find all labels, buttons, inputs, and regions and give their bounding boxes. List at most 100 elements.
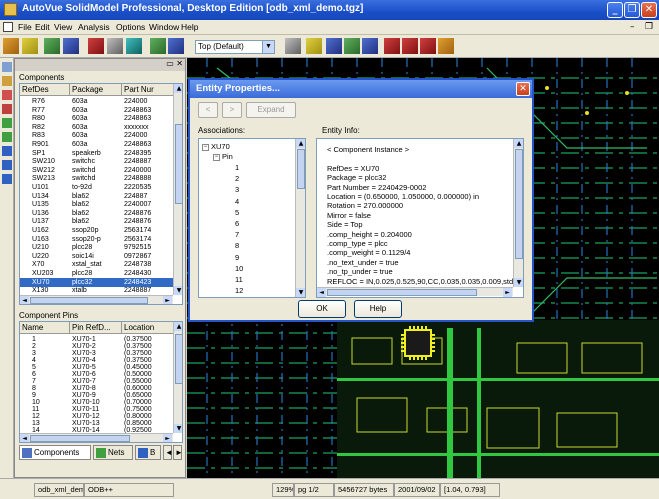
tree-node-pin-item[interactable]: 12 bbox=[235, 286, 243, 295]
scissors-icon[interactable] bbox=[126, 38, 142, 54]
pin-icon[interactable] bbox=[2, 118, 12, 128]
zoom-in-icon[interactable] bbox=[384, 38, 400, 54]
tree-node-pin-item[interactable]: 3 bbox=[235, 185, 239, 194]
components-table[interactable]: RefDes Package Part Nur R76 603a 224000 R77… bbox=[19, 83, 183, 305]
menu-view[interactable]: View bbox=[54, 22, 72, 32]
find-icon[interactable] bbox=[44, 38, 60, 54]
print-icon[interactable] bbox=[88, 38, 104, 54]
hscroll-thumb[interactable] bbox=[327, 289, 477, 296]
menu-options[interactable]: Options bbox=[116, 22, 145, 32]
select-icon[interactable] bbox=[362, 38, 378, 54]
scroll-thumb[interactable] bbox=[297, 149, 305, 189]
nets-icon[interactable] bbox=[168, 38, 184, 54]
ok-button[interactable]: OK bbox=[298, 300, 346, 318]
markup-icon[interactable] bbox=[107, 38, 123, 54]
rotate-icon[interactable] bbox=[285, 38, 301, 54]
pins-vscroll[interactable]: ▲ ▼ bbox=[173, 322, 182, 433]
entity-info-box[interactable]: < Component Instance > RefDes = XU70 Packa… bbox=[316, 138, 524, 298]
info-vscroll[interactable]: ▲ ▼ bbox=[513, 139, 523, 287]
components-vscroll[interactable]: ▲ ▼ bbox=[173, 84, 182, 295]
check-icon[interactable] bbox=[306, 38, 322, 54]
info-icon[interactable] bbox=[2, 160, 12, 170]
scroll-down-arrow[interactable]: ▼ bbox=[296, 288, 305, 297]
tree-node-pin[interactable]: − Pin bbox=[213, 152, 233, 161]
measure-icon[interactable] bbox=[344, 38, 360, 54]
tab-components[interactable]: Components bbox=[19, 445, 91, 460]
expand-button[interactable]: Expand bbox=[246, 102, 296, 118]
associations-tree[interactable]: − XU70 − Pin 1 2 3 4 5 6 7 8 9 10 11 12 ▲ ▼ bbox=[198, 138, 306, 298]
refresh-icon[interactable] bbox=[438, 38, 454, 54]
zoom-out-icon[interactable] bbox=[402, 38, 418, 54]
scroll-up-arrow[interactable]: ▲ bbox=[174, 84, 182, 93]
pins-table[interactable]: Name Pin RefD... Location 1 XU70-1 (0.3750… bbox=[19, 321, 183, 443]
tabs-scroll-right[interactable]: ► bbox=[173, 445, 183, 460]
restore-button[interactable]: ❐ bbox=[624, 2, 640, 18]
document-icon[interactable] bbox=[3, 22, 13, 32]
component-icon[interactable] bbox=[2, 104, 12, 114]
info-hscroll[interactable]: ◄ ► bbox=[317, 287, 513, 297]
hscroll-thumb[interactable] bbox=[30, 435, 130, 442]
tree-node-pin-item[interactable]: 8 bbox=[235, 241, 239, 250]
tree-node-pin-item[interactable]: 1 bbox=[235, 163, 239, 172]
scroll-left-arrow[interactable]: ◄ bbox=[20, 296, 29, 304]
back-button[interactable]: < bbox=[198, 102, 218, 118]
net-icon[interactable] bbox=[2, 90, 12, 100]
tree-node-root[interactable]: − XU70 bbox=[202, 142, 230, 151]
tree-node-pin-item[interactable]: 9 bbox=[235, 253, 239, 262]
tree-vscroll[interactable]: ▲ ▼ bbox=[295, 139, 305, 297]
scroll-right-arrow[interactable]: ► bbox=[163, 434, 172, 442]
scroll-left-arrow[interactable]: ◄ bbox=[20, 434, 29, 442]
pan-icon[interactable] bbox=[420, 38, 436, 54]
tree-node-pin-item[interactable]: 4 bbox=[235, 197, 239, 206]
scroll-right-arrow[interactable]: ► bbox=[163, 296, 172, 304]
collapse-icon[interactable]: − bbox=[202, 143, 209, 151]
table-row[interactable]: X130 xtalb 2248887 bbox=[20, 286, 173, 295]
column-pin-refdes[interactable]: Pin RefD... bbox=[70, 322, 122, 334]
tree-node-pin-item[interactable]: 5 bbox=[235, 208, 239, 217]
hscroll-thumb[interactable] bbox=[30, 297, 148, 304]
collapse-icon[interactable]: − bbox=[213, 153, 220, 161]
components-hscroll[interactable]: ◄ ► bbox=[20, 295, 173, 304]
mdi-minimize-button[interactable]: – bbox=[630, 22, 635, 32]
trace-icon[interactable] bbox=[2, 146, 12, 156]
tab-nets[interactable]: Nets bbox=[93, 445, 133, 460]
minimize-button[interactable]: _ bbox=[607, 2, 623, 18]
column-location[interactable]: Location bbox=[122, 322, 174, 334]
open-icon[interactable] bbox=[3, 38, 19, 54]
scroll-down-arrow[interactable]: ▼ bbox=[174, 286, 182, 295]
layers-icon[interactable] bbox=[150, 38, 166, 54]
via-icon[interactable] bbox=[2, 132, 12, 142]
scroll-thumb[interactable] bbox=[515, 149, 523, 259]
forward-button[interactable]: > bbox=[222, 102, 242, 118]
scroll-up-arrow[interactable]: ▲ bbox=[514, 139, 523, 148]
save-icon[interactable] bbox=[22, 38, 38, 54]
tab-b[interactable]: B bbox=[135, 445, 161, 460]
scroll-thumb[interactable] bbox=[175, 334, 182, 384]
help-button[interactable]: Help bbox=[354, 300, 402, 318]
mdi-restore-button[interactable]: ❐ bbox=[645, 22, 653, 32]
menu-window[interactable]: Window bbox=[149, 22, 179, 32]
tabs-scroll-left[interactable]: ◄ bbox=[163, 445, 173, 460]
scroll-left-arrow[interactable]: ◄ bbox=[317, 288, 326, 297]
scroll-right-arrow[interactable]: ► bbox=[503, 288, 512, 297]
tree-node-pin-item[interactable]: 11 bbox=[235, 275, 243, 284]
scroll-thumb[interactable] bbox=[175, 124, 182, 204]
pointer-icon[interactable] bbox=[2, 62, 12, 72]
zoom-fit-icon[interactable] bbox=[326, 38, 342, 54]
close-button[interactable]: ✕ bbox=[641, 2, 657, 18]
tree-node-pin-item[interactable]: 7 bbox=[235, 230, 239, 239]
highlight-icon[interactable] bbox=[2, 76, 12, 86]
column-package[interactable]: Package bbox=[70, 84, 122, 96]
pins-hscroll[interactable]: ◄ ► bbox=[20, 433, 173, 442]
tree-node-pin-item[interactable]: 6 bbox=[235, 219, 239, 228]
menu-file[interactable]: File bbox=[18, 22, 32, 32]
search-icon[interactable] bbox=[2, 174, 12, 184]
menu-edit[interactable]: Edit bbox=[35, 22, 50, 32]
compare-icon[interactable] bbox=[63, 38, 79, 54]
scroll-down-arrow[interactable]: ▼ bbox=[514, 278, 523, 287]
scroll-up-arrow[interactable]: ▲ bbox=[174, 322, 182, 331]
panel-header-buttons[interactable]: ▭ ✕ bbox=[166, 59, 183, 68]
dialog-close-button[interactable]: ✕ bbox=[516, 82, 530, 96]
scroll-down-arrow[interactable]: ▼ bbox=[174, 424, 182, 433]
column-name[interactable]: Name bbox=[20, 322, 70, 334]
